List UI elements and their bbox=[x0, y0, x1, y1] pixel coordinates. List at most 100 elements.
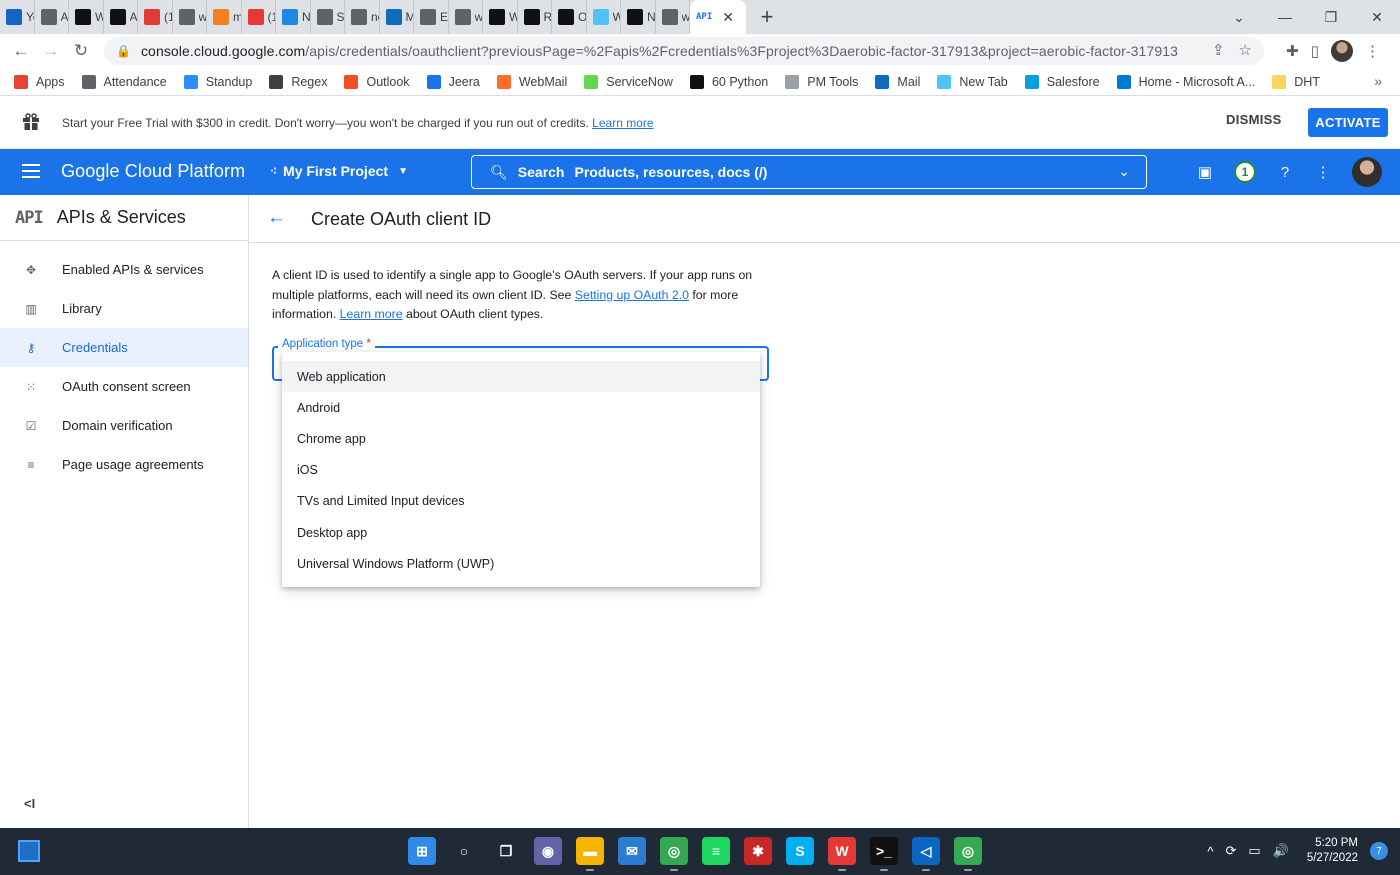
bookmark-item[interactable]: Salesfore bbox=[1024, 74, 1100, 89]
bookmark-item[interactable]: DHT bbox=[1272, 74, 1320, 89]
sidebar-item[interactable]: ✥ Enabled APIs & services bbox=[0, 250, 248, 289]
cloud-shell-icon[interactable]: ▣ bbox=[1196, 163, 1214, 181]
dropdown-option[interactable]: Desktop app bbox=[282, 517, 760, 548]
widgets-icon[interactable] bbox=[18, 840, 40, 862]
tab-search-icon[interactable]: ⌄ bbox=[1216, 9, 1262, 26]
close-tab-icon[interactable]: ✕ bbox=[722, 9, 734, 26]
lock-icon[interactable]: 🔒 bbox=[116, 44, 131, 58]
sidebar-item[interactable]: ☑ Domain verification bbox=[0, 406, 248, 445]
dropdown-option[interactable]: Universal Windows Platform (UWP) bbox=[282, 548, 760, 579]
bookmark-item[interactable]: Jeera bbox=[426, 74, 480, 89]
profile-avatar[interactable] bbox=[1331, 40, 1353, 62]
browser-tab[interactable]: Asc bbox=[35, 0, 69, 34]
search-icon[interactable]: ○ bbox=[450, 837, 478, 865]
evernote-icon[interactable]: ≡ bbox=[702, 837, 730, 865]
wps-icon[interactable]: W bbox=[828, 837, 856, 871]
bookmark-item[interactable]: Mail bbox=[875, 74, 920, 89]
bookmark-item[interactable]: Apps bbox=[14, 74, 65, 89]
chrome-menu-icon[interactable]: ⋮ bbox=[1365, 42, 1380, 60]
chrome-profile-icon[interactable]: ◎ bbox=[954, 837, 982, 871]
gcp-title[interactable]: Google Cloud Platform bbox=[61, 161, 245, 182]
account-avatar[interactable] bbox=[1352, 157, 1382, 187]
bookmark-item[interactable]: Attendance bbox=[81, 74, 167, 89]
task-view-icon[interactable]: ❐ bbox=[492, 837, 520, 865]
browser-tab[interactable]: You bbox=[0, 0, 35, 34]
browser-tab[interactable]: Or bbox=[552, 0, 587, 34]
browser-tab[interactable]: Wh bbox=[483, 0, 518, 34]
browser-tab[interactable]: A C bbox=[104, 0, 138, 34]
bookmark-item[interactable]: Home - Microsoft A... bbox=[1116, 74, 1255, 89]
dismiss-button[interactable]: DISMISS bbox=[1226, 112, 1282, 134]
side-panel-icon[interactable]: ▯ bbox=[1311, 42, 1319, 60]
bookmarks-overflow-icon[interactable]: » bbox=[1374, 73, 1382, 89]
browser-tab[interactable]: Re bbox=[518, 0, 552, 34]
reload-icon[interactable]: ↻ bbox=[66, 41, 96, 61]
bookmark-item[interactable]: Outlook bbox=[344, 74, 410, 89]
bookmark-item[interactable]: PM Tools bbox=[785, 74, 858, 89]
tray-overflow-icon[interactable]: ^ bbox=[1207, 844, 1213, 859]
chrome-icon[interactable]: ◎ bbox=[660, 837, 688, 871]
browser-tab[interactable]: ne bbox=[345, 0, 380, 34]
browser-tab[interactable]: (13 bbox=[242, 0, 276, 34]
network-icon[interactable]: ▭ bbox=[1248, 843, 1260, 859]
clock[interactable]: 5:20 PM 5/27/2022 bbox=[1307, 836, 1358, 866]
browser-tab[interactable]: Wa bbox=[587, 0, 621, 34]
project-selector[interactable]: ⁖ My First Project ▼ bbox=[270, 163, 408, 179]
browser-tab[interactable]: wh bbox=[173, 0, 207, 34]
notification-count[interactable]: 7 bbox=[1370, 842, 1388, 860]
forward-icon[interactable]: → bbox=[36, 41, 66, 61]
restore-button[interactable]: ❐ bbox=[1308, 9, 1354, 26]
back-icon[interactable]: ← bbox=[6, 41, 36, 61]
sync-icon[interactable]: ⟳ bbox=[1225, 843, 1236, 859]
browser-tab[interactable]: my bbox=[207, 0, 242, 34]
notification-badge[interactable]: 1 bbox=[1234, 161, 1256, 183]
mail-icon[interactable]: ✉ bbox=[618, 837, 646, 865]
dropdown-option[interactable]: Android bbox=[282, 392, 760, 423]
bookmark-item[interactable]: ServiceNow bbox=[584, 74, 673, 89]
sidebar-item[interactable]: ▥ Library bbox=[0, 289, 248, 328]
more-vert-icon[interactable]: ⋮ bbox=[1314, 163, 1332, 181]
close-window-button[interactable]: ✕ bbox=[1354, 9, 1400, 26]
browser-tab[interactable]: wh bbox=[656, 0, 690, 34]
browser-tab[interactable]: wh bbox=[449, 0, 483, 34]
browser-tab[interactable]: Wh bbox=[69, 0, 104, 34]
bookmark-item[interactable]: WebMail bbox=[496, 74, 567, 89]
address-bar[interactable]: 🔒 console.cloud.google.com/apis/credenti… bbox=[104, 37, 1264, 65]
volume-icon[interactable]: 🔊 bbox=[1273, 843, 1289, 859]
chevron-down-icon[interactable]: ⌄ bbox=[1118, 163, 1130, 180]
bookmark-item[interactable]: Standup bbox=[183, 74, 252, 89]
bookmark-item[interactable]: New Tab bbox=[937, 74, 1008, 89]
windows-start-icon[interactable]: ⊞ bbox=[408, 837, 436, 865]
extensions-icon[interactable]: ✚ bbox=[1286, 42, 1299, 60]
bookmark-item[interactable]: Regex bbox=[269, 74, 327, 89]
xmind-icon[interactable]: ✱ bbox=[744, 837, 772, 865]
collapse-sidebar-icon[interactable]: <I bbox=[24, 796, 35, 811]
banner-learn-more-link[interactable]: Learn more bbox=[592, 116, 653, 130]
share-icon[interactable]: ⇪ bbox=[1212, 41, 1225, 59]
dropdown-option[interactable]: Chrome app bbox=[282, 423, 760, 454]
bookmark-item[interactable]: 60 Python bbox=[689, 74, 768, 89]
browser-tab[interactable]: Ne bbox=[276, 0, 311, 34]
sidebar-item[interactable]: ≡ Page usage agreements bbox=[0, 445, 248, 484]
dropdown-option[interactable]: iOS bbox=[282, 455, 760, 486]
teams-chat-icon[interactable]: ◉ bbox=[534, 837, 562, 865]
setup-oauth-link[interactable]: Setting up OAuth 2.0 bbox=[575, 288, 689, 302]
browser-tab[interactable]: Ne bbox=[621, 0, 656, 34]
help-icon[interactable]: ? bbox=[1276, 164, 1294, 181]
search-input[interactable]: 🔍︎ Search Products, resources, docs (/) … bbox=[471, 155, 1147, 189]
browser-tab[interactable]: Sig bbox=[311, 0, 345, 34]
terminal-icon[interactable]: >_ bbox=[870, 837, 898, 871]
back-arrow-icon[interactable]: ← bbox=[267, 207, 286, 229]
bookmark-star-icon[interactable]: ☆ bbox=[1239, 41, 1252, 59]
activate-button[interactable]: ACTIVATE bbox=[1308, 108, 1388, 137]
skype-icon[interactable]: S bbox=[786, 837, 814, 865]
sidebar-item[interactable]: ⚷ Credentials bbox=[0, 328, 248, 367]
hamburger-menu-icon[interactable] bbox=[22, 164, 40, 178]
new-tab-button[interactable]: + bbox=[756, 4, 778, 30]
sidebar-item[interactable]: ⁙ OAuth consent screen bbox=[0, 367, 248, 406]
dropdown-option[interactable]: TVs and Limited Input devices bbox=[282, 486, 760, 517]
active-tab-apis[interactable]: API ✕ bbox=[690, 0, 746, 34]
minimize-button[interactable]: — bbox=[1262, 9, 1308, 25]
browser-tab[interactable]: (13 bbox=[138, 0, 173, 34]
learn-more-link[interactable]: Learn more bbox=[340, 307, 403, 321]
